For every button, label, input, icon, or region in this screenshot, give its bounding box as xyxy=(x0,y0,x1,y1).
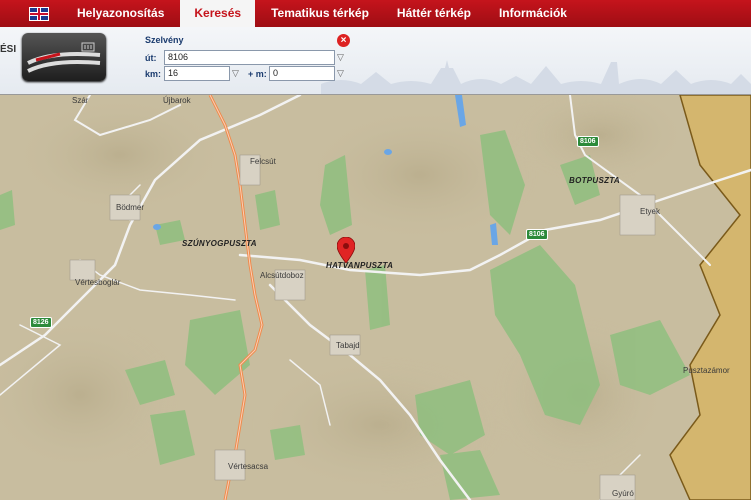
map-view[interactable]: Szár Újbarok Felcsút Bödmer SZÚNYOGPUSZT… xyxy=(0,95,751,500)
place-label: SZÚNYOGPUSZTA xyxy=(182,239,257,248)
place-label: Pusztazámor xyxy=(683,366,730,375)
tab-informaciok[interactable]: Információk xyxy=(485,0,581,27)
ut-label: út: xyxy=(145,53,157,63)
tab-helyazonositas[interactable]: Helyazonosítás xyxy=(63,0,178,27)
cut-label: ÉSI xyxy=(0,44,17,55)
ut-dropdown-icon[interactable]: ▽ xyxy=(337,52,344,63)
place-label: Bödmer xyxy=(116,203,145,212)
m-input[interactable] xyxy=(269,66,335,81)
top-nav: Helyazonosítás Keresés Tematikus térkép … xyxy=(0,0,751,27)
tab-tematikus-terkep[interactable]: Tematikus térkép xyxy=(257,0,383,27)
km-dropdown-icon[interactable]: ▽ xyxy=(232,68,239,79)
tab-hatter-terkep[interactable]: Háttér térkép xyxy=(383,0,485,27)
place-label: Szár xyxy=(72,96,89,105)
km-label: km: xyxy=(145,69,162,79)
ut-input[interactable] xyxy=(164,50,335,65)
map-canvas[interactable] xyxy=(0,95,751,500)
road-number-badge: 8106 xyxy=(577,136,599,147)
place-label: Alcsútdoboz xyxy=(260,271,304,280)
place-label: Etyek xyxy=(640,207,661,216)
place-label: Újbarok xyxy=(163,96,191,105)
place-label: Vértesboglár xyxy=(75,278,121,287)
road-number-badge: 8126 xyxy=(30,317,52,328)
tab-kereses[interactable]: Keresés xyxy=(180,0,256,27)
skyline-decoration xyxy=(321,60,751,94)
place-label: Vértesacsa xyxy=(228,462,269,471)
map-pin-icon[interactable] xyxy=(337,237,355,263)
search-panel: ÉSI Szelvény út: ▽ × km: ▽ + m: ▽ xyxy=(0,27,751,95)
place-label: Felcsút xyxy=(250,157,276,166)
road-section-icon xyxy=(22,33,106,81)
road-number-badge: 8106 xyxy=(526,229,548,240)
km-input[interactable] xyxy=(164,66,230,81)
place-label: Gyúró xyxy=(612,489,634,498)
m-dropdown-icon[interactable]: ▽ xyxy=(337,68,344,79)
uk-flag-icon[interactable] xyxy=(29,6,49,21)
close-icon[interactable]: × xyxy=(337,34,350,47)
m-label: + m: xyxy=(248,69,267,79)
place-label: BOTPUSZTA xyxy=(569,176,620,185)
form-title: Szelvény xyxy=(145,35,184,45)
place-label: Tabajd xyxy=(336,341,360,350)
